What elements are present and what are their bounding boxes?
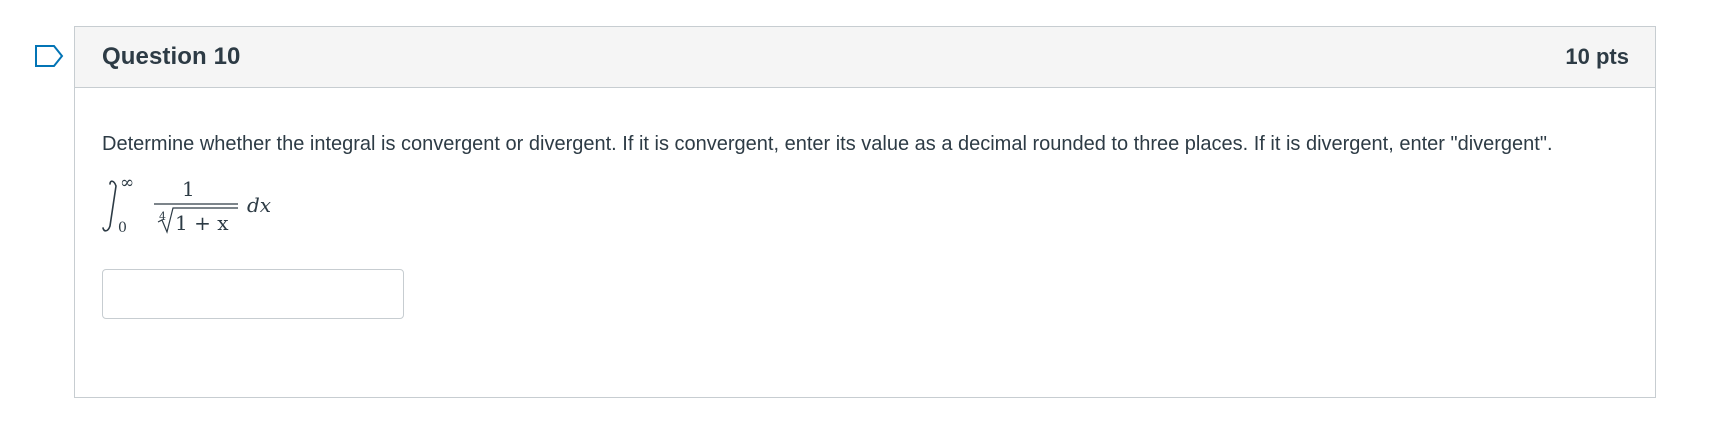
flag-question-icon[interactable] xyxy=(34,44,66,68)
integral-formula: ∞ 0 1 4 1 + x dx xyxy=(102,172,1628,242)
answer-input[interactable] xyxy=(102,269,404,319)
question-points: 10 pts xyxy=(1565,44,1629,69)
numerator: 1 xyxy=(182,177,195,201)
upper-limit: ∞ xyxy=(120,173,134,193)
lower-limit: 0 xyxy=(118,220,127,236)
integral-formula-svg: ∞ 0 1 4 1 + x dx xyxy=(102,173,271,236)
radicand: 1 + x xyxy=(175,211,229,235)
question-title: Question 10 xyxy=(102,43,241,70)
differential: dx xyxy=(247,193,271,217)
question-body: Determine whether the integral is conver… xyxy=(75,88,1655,319)
question-header: Question 10 10 pts xyxy=(75,27,1655,88)
integral-sign xyxy=(102,180,117,232)
question-text: Determine whether the integral is conver… xyxy=(102,133,1553,155)
question-card: Question 10 10 pts Determine whether the… xyxy=(74,26,1656,398)
